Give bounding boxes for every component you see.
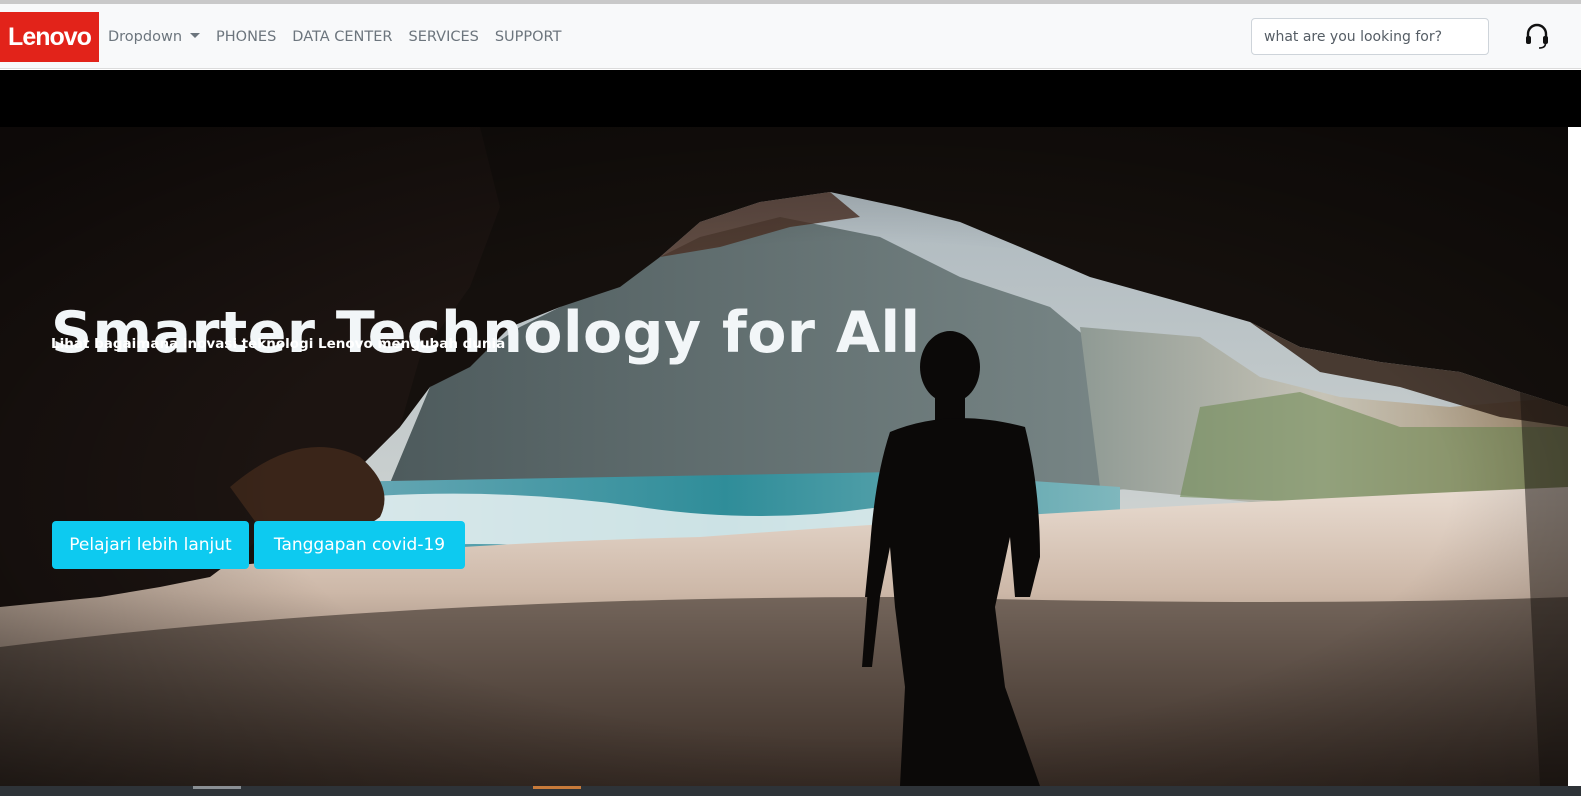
covid-response-button[interactable]: Tanggapan covid-19 xyxy=(254,521,465,569)
hero-title: Smarter Technology for All xyxy=(51,300,921,367)
taskbar-strip xyxy=(0,786,1581,796)
page: Lenovo Dropdown PHONES DATA CENTER SERVI… xyxy=(0,0,1581,796)
video-letterbox xyxy=(0,70,1581,127)
headset-icon[interactable] xyxy=(1524,22,1550,50)
hero-banner: Smarter Technology for All Lihat bagaima… xyxy=(0,127,1568,786)
navbar: Lenovo Dropdown PHONES DATA CENTER SERVI… xyxy=(0,4,1581,69)
nav-link-phones[interactable]: PHONES xyxy=(216,29,276,45)
search-input[interactable] xyxy=(1251,18,1489,55)
taskbar-indicator xyxy=(193,786,241,789)
learn-more-button[interactable]: Pelajari lebih lanjut xyxy=(52,521,249,569)
nav-link-services[interactable]: SERVICES xyxy=(409,29,479,45)
nav-dropdown-label: Dropdown xyxy=(108,28,183,45)
nav-dropdown[interactable]: Dropdown xyxy=(108,28,201,45)
nav-link-support[interactable]: SUPPORT xyxy=(495,29,562,45)
nav-link-data-center[interactable]: DATA CENTER xyxy=(292,29,392,45)
logo-text: Lenovo xyxy=(8,22,92,51)
hero-background-image xyxy=(0,127,1568,786)
right-gutter xyxy=(1568,127,1581,786)
taskbar-indicator-active xyxy=(533,786,581,789)
caret-down-icon xyxy=(190,32,201,38)
nav-links: Dropdown PHONES DATA CENTER SERVICES SUP… xyxy=(108,4,577,69)
lenovo-logo[interactable]: Lenovo xyxy=(0,12,99,62)
hero-subtitle: Lihat bagaimana inovasi teknologi Lenovo… xyxy=(51,336,506,352)
